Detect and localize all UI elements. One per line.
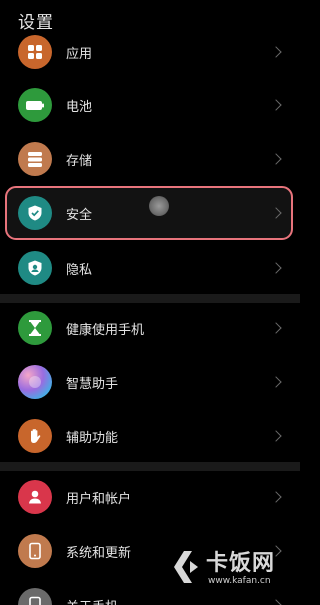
settings-item-label: 辅助功能 [66, 430, 119, 446]
chevron-right-icon [270, 430, 282, 442]
watermark: 卡饭网 www.kafan.cn [168, 543, 298, 603]
user-icon [18, 480, 52, 514]
assistant-icon [18, 365, 52, 399]
hourglass-icon [18, 311, 52, 345]
settings-item-label: 存储 [66, 153, 93, 169]
chevron-right-icon [270, 46, 282, 58]
settings-item-label: 电池 [66, 99, 93, 115]
settings-item-label: 应用 [66, 46, 93, 62]
settings-item-label: 关于手机 [66, 596, 118, 605]
settings-item-label: 智慧助手 [66, 376, 119, 392]
settings-item-label: 健康使用手机 [66, 322, 145, 338]
chevron-right-icon [270, 322, 282, 334]
phone-icon [18, 588, 52, 605]
chevron-right-icon [270, 376, 282, 388]
settings-item-accessibility[interactable]: 辅助功能 [0, 409, 300, 463]
chevron-right-icon [270, 491, 282, 503]
apps-icon [18, 35, 52, 69]
settings-item-battery[interactable]: 电池 [0, 78, 300, 132]
storage-icon [18, 142, 52, 176]
kafan-logo-icon [174, 551, 198, 583]
battery-icon [18, 88, 52, 122]
settings-item-privacy[interactable]: 隐私 [0, 241, 300, 295]
privacy-icon [18, 251, 52, 285]
settings-item-digital-balance[interactable]: 健康使用手机 [0, 301, 300, 355]
settings-item-storage[interactable]: 存储 [0, 132, 300, 186]
settings-item-label: 系统和更新 [66, 545, 132, 561]
settings-item-label: 安全 [66, 207, 93, 223]
chevron-right-icon [270, 262, 282, 274]
settings-item-label: 用户和帐户 [66, 491, 132, 507]
settings-item-apps[interactable]: 应用 [0, 25, 300, 79]
shield-check-icon [18, 196, 52, 230]
system-update-icon [18, 534, 52, 568]
chevron-right-icon [270, 207, 282, 219]
chevron-right-icon [270, 99, 282, 111]
hand-icon [18, 419, 52, 453]
settings-item-users-accounts[interactable]: 用户和帐户 [0, 470, 300, 524]
chevron-right-icon [270, 153, 282, 165]
settings-screen: 设置 应用 电池 存储 安全 隐私 健康使用手机 智慧助手 辅助功能 用户和帐户… [0, 0, 300, 605]
watermark-text: 卡饭网 [206, 551, 276, 576]
settings-item-label: 隐私 [66, 262, 93, 278]
watermark-url: www.kafan.cn [208, 576, 271, 586]
settings-item-security[interactable]: 安全 [0, 186, 300, 240]
settings-item-smart-assistant[interactable]: 智慧助手 [0, 355, 300, 409]
touch-indicator [149, 196, 169, 216]
